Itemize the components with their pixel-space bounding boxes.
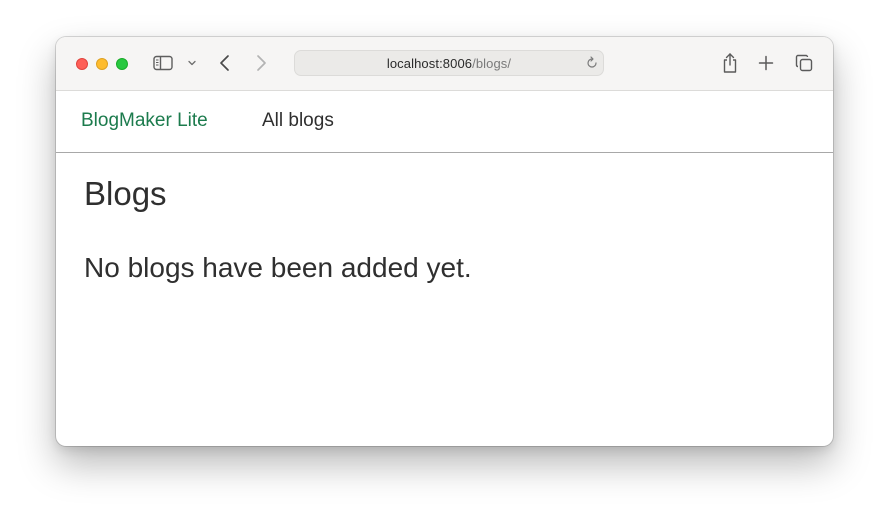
address-text: localhost:8006/blogs/ (295, 56, 603, 71)
site-navbar: BlogMaker Lite All blogs (56, 91, 833, 153)
address-bar[interactable]: localhost:8006/blogs/ (294, 50, 604, 76)
reload-icon[interactable] (585, 56, 599, 70)
chevron-down-icon[interactable] (187, 59, 197, 67)
close-window-button[interactable] (76, 58, 88, 70)
minimize-window-button[interactable] (96, 58, 108, 70)
zoom-window-button[interactable] (116, 58, 128, 70)
browser-toolbar: localhost:8006/blogs/ (56, 37, 833, 91)
address-host: localhost:8006 (386, 56, 473, 71)
sidebar-icon[interactable] (153, 55, 173, 71)
forward-arrow-icon[interactable] (254, 54, 268, 72)
brand-link[interactable]: BlogMaker Lite (81, 110, 208, 132)
back-arrow-icon[interactable] (218, 54, 232, 72)
nav-link-all-blogs[interactable]: All blogs (262, 110, 334, 132)
main-content: Blogs No blogs have been added yet. (56, 153, 833, 446)
tab-overview-icon[interactable] (795, 54, 813, 72)
share-icon[interactable] (721, 52, 739, 74)
empty-state-message: No blogs have been added yet. (84, 252, 472, 283)
plus-icon[interactable] (758, 55, 774, 71)
page-title: Blogs (84, 175, 167, 212)
browser-window: localhost:8006/blogs/ BlogMaker Lite All… (56, 37, 833, 446)
address-path: /blogs/ (472, 56, 512, 71)
